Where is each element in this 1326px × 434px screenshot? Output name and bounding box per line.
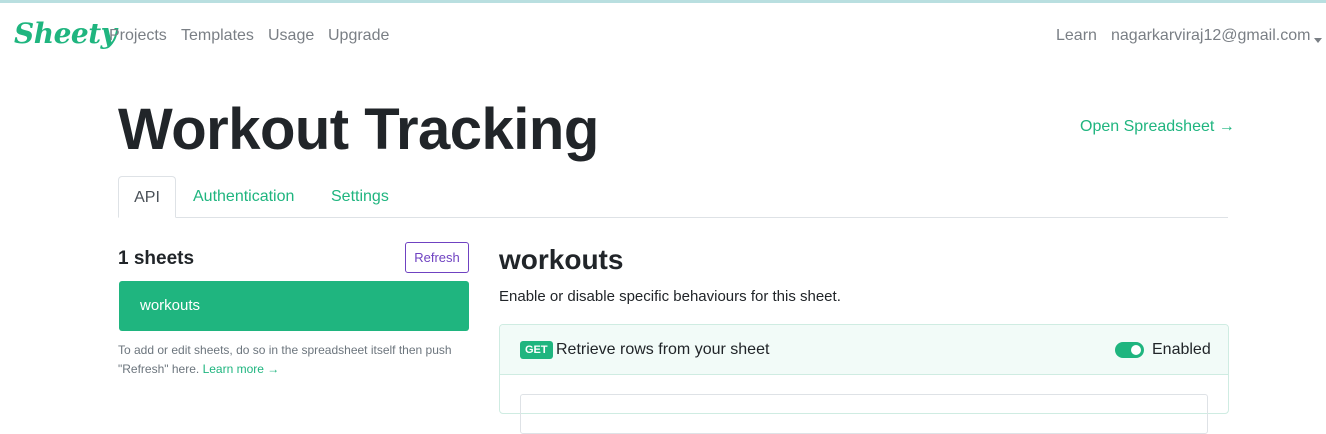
endpoint-url-box — [520, 394, 1208, 434]
nav-upgrade[interactable]: Upgrade — [328, 27, 389, 45]
refresh-button[interactable]: Refresh — [405, 242, 469, 273]
navbar: Sheety Projects Templates Usage Upgrade … — [0, 3, 1326, 69]
user-menu[interactable]: nagarkarviraj12@gmail.com — [1111, 27, 1310, 45]
sheets-help-text: To add or edit sheets, do so in the spre… — [118, 341, 468, 379]
toggle-knob — [1131, 345, 1141, 355]
enable-toggle[interactable] — [1115, 342, 1144, 358]
tab-authentication[interactable]: Authentication — [193, 176, 294, 218]
learn-more-link[interactable]: Learn more → — [203, 362, 280, 376]
nav-templates[interactable]: Templates — [181, 27, 254, 45]
chevron-down-icon[interactable] — [1314, 38, 1322, 43]
nav-learn[interactable]: Learn — [1056, 27, 1097, 45]
open-spreadsheet-link[interactable]: Open Spreadsheet → — [1080, 118, 1235, 136]
nav-projects[interactable]: Projects — [109, 27, 167, 45]
method-badge: GET — [520, 341, 553, 359]
get-endpoint-card: GET Retrieve rows from your sheet Enable… — [499, 324, 1229, 434]
sheets-count: 1 sheets — [118, 248, 195, 269]
page-title: Workout Tracking — [118, 97, 599, 162]
get-endpoint-header: GET Retrieve rows from your sheet Enable… — [500, 325, 1228, 375]
endpoint-label: Retrieve rows from your sheet — [556, 341, 770, 358]
tab-api[interactable]: API — [118, 176, 176, 218]
enabled-status: Enabled — [1152, 341, 1211, 358]
nav-usage[interactable]: Usage — [268, 27, 314, 45]
tab-settings[interactable]: Settings — [331, 176, 389, 218]
sheet-title: workouts — [499, 244, 624, 275]
sheet-item-workouts[interactable]: workouts — [119, 281, 469, 331]
sheet-description: Enable or disable specific behaviours fo… — [499, 288, 841, 305]
help-text-body: To add or edit sheets, do so in the spre… — [118, 343, 452, 376]
sheety-logo[interactable]: Sheety — [14, 17, 117, 50]
